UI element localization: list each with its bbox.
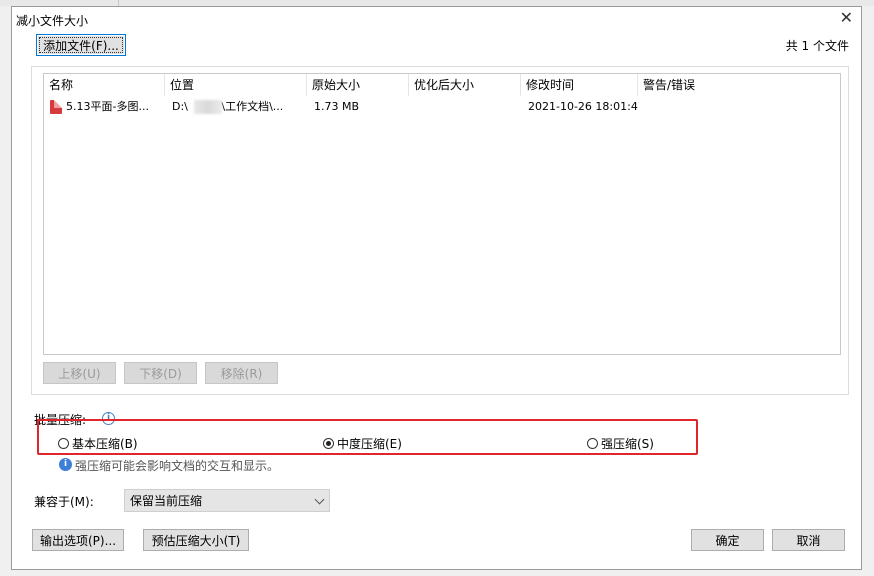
table-row[interactable]: 5.13平面-多图... D:\ \工作文档\... 1.73 MB 2021-… [44, 96, 840, 118]
dialog-title: 减小文件大小 [16, 14, 89, 28]
redacted-path-segment [194, 100, 222, 114]
file-name-cell: 5.13平面-多图... [66, 100, 149, 113]
warning-cell [645, 96, 835, 118]
move-down-button[interactable]: 下移(D) [124, 362, 197, 384]
file-count-label: 共 1 个文件 [785, 39, 849, 53]
radio-medium-compression[interactable]: 中度压缩(E) [323, 435, 402, 452]
file-location-cell: D:\ \工作文档\... [172, 96, 307, 118]
radio-circle-strong [587, 438, 598, 449]
ok-button[interactable]: 确定 [691, 529, 764, 551]
add-files-button[interactable]: 添加文件(F)... [36, 34, 126, 56]
radio-label-strong: 强压缩(S) [601, 437, 654, 451]
file-location-suffix: \工作文档\... [221, 100, 284, 113]
radio-circle-medium [323, 438, 334, 449]
compatible-with-label: 兼容于(M): [34, 495, 94, 509]
column-header-original-size[interactable]: 原始大小 [307, 74, 409, 96]
file-list[interactable]: 名称 位置 原始大小 优化后大小 修改时间 警告/错误 5.13平面-多图...… [43, 73, 841, 355]
estimate-size-button[interactable]: 预估压缩大小(T) [143, 529, 249, 551]
pdf-file-icon [50, 100, 62, 114]
original-size-cell: 1.73 MB [314, 100, 360, 113]
compatibility-selected-value: 保留当前压缩 [130, 494, 203, 508]
file-location-prefix: D:\ [172, 100, 188, 113]
radio-basic-compression[interactable]: 基本压缩(B) [58, 435, 138, 452]
column-header-modified-time[interactable]: 修改时间 [521, 74, 638, 96]
optimized-size-cell [416, 96, 516, 118]
close-icon[interactable]: ✕ [840, 10, 853, 26]
chevron-down-icon [314, 494, 325, 505]
cancel-button[interactable]: 取消 [772, 529, 845, 551]
reduce-file-size-dialog: 减小文件大小 ✕ 添加文件(F)... 共 1 个文件 名称 位置 原始大小 优… [11, 6, 862, 570]
remove-button[interactable]: 移除(R) [205, 362, 278, 384]
compatibility-dropdown[interactable]: 保留当前压缩 [124, 489, 330, 512]
radio-strong-compression[interactable]: 强压缩(S) [587, 435, 654, 452]
radio-circle-basic [58, 438, 69, 449]
move-up-button[interactable]: 上移(U) [43, 362, 116, 384]
column-header-name[interactable]: 名称 [44, 74, 165, 96]
column-header-location[interactable]: 位置 [165, 74, 307, 96]
list-header: 名称 位置 原始大小 优化后大小 修改时间 警告/错误 [44, 74, 840, 96]
column-header-warnings[interactable]: 警告/错误 [638, 74, 840, 96]
modified-time-cell: 2021-10-26 18:01:49 [528, 100, 638, 113]
column-header-optimized-size[interactable]: 优化后大小 [409, 74, 521, 96]
radio-label-medium: 中度压缩(E) [337, 437, 402, 451]
compression-hint-text: 强压缩可能会影响文档的交互和显示。 [75, 459, 280, 473]
output-options-button[interactable]: 输出选项(P)... [32, 529, 124, 551]
radio-label-basic: 基本压缩(B) [72, 437, 138, 451]
hint-info-icon: i [59, 458, 72, 471]
